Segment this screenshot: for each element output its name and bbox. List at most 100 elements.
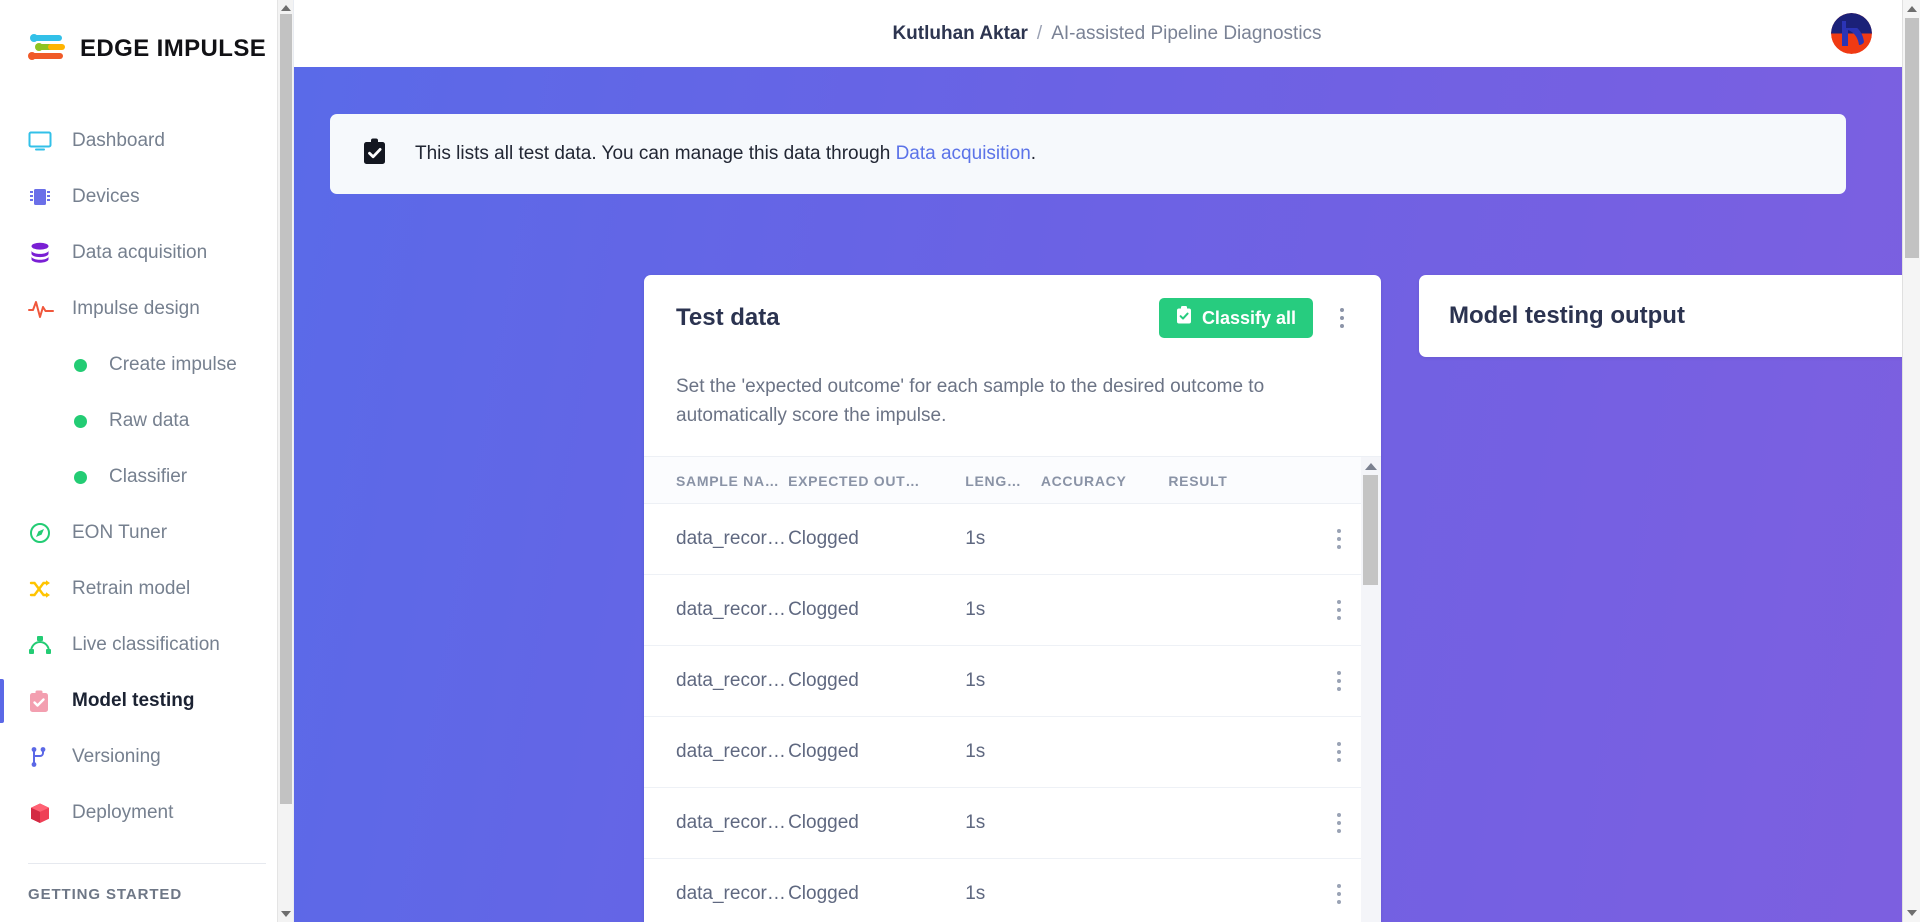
table-scrollbar-thumb[interactable] [1363, 475, 1378, 585]
table-header-row: SAMPLE NA… EXPECTED OUT… LENG… ACCURACY … [644, 457, 1381, 504]
sidebar-scrollbar-thumb[interactable] [280, 14, 292, 804]
git-branch-icon [28, 746, 54, 768]
sidebar-item-create-impulse[interactable]: Create impulse [0, 337, 294, 393]
data-acquisition-link[interactable]: Data acquisition [896, 143, 1031, 164]
classify-all-label: Classify all [1202, 308, 1296, 329]
cell-result [1168, 646, 1310, 717]
row-kebab-menu-icon[interactable] [1322, 806, 1356, 840]
table-row[interactable]: data_recor…Clogged1s [644, 646, 1381, 717]
sidebar-item-eon-tuner[interactable]: EON Tuner [0, 505, 294, 561]
column-header-sample-name[interactable]: SAMPLE NA… [644, 457, 788, 504]
table-row[interactable]: data_recor…Clogged1s [644, 788, 1381, 859]
app-root: EDGE IMPULSE Dashboard Devices [0, 0, 1920, 922]
app-logo[interactable]: EDGE IMPULSE [0, 0, 294, 65]
kebab-menu-icon[interactable] [1325, 301, 1359, 335]
sidebar-item-label: Versioning [72, 746, 161, 768]
table-body: data_recor…Clogged1sdata_recor…Clogged1s… [644, 504, 1381, 922]
breadcrumb: Kutluhan Aktar / AI-assisted Pipeline Di… [892, 23, 1321, 45]
sidebar-item-label: Live classification [72, 634, 220, 656]
column-header-result[interactable]: RESULT [1168, 457, 1310, 504]
table-head: SAMPLE NA… EXPECTED OUT… LENG… ACCURACY … [644, 457, 1381, 504]
sidebar-item-impulse-design[interactable]: Impulse design [0, 281, 294, 337]
column-header-length[interactable]: LENG… [965, 457, 1041, 504]
test-data-description: Set the 'expected outcome' for each samp… [644, 361, 1381, 457]
cell-length: 1s [965, 504, 1041, 575]
cell-length: 1s [965, 717, 1041, 788]
brand-name: EDGE IMPULSE [80, 35, 266, 63]
breadcrumb-project[interactable]: AI-assisted Pipeline Diagnostics [1051, 23, 1321, 45]
row-kebab-menu-icon[interactable] [1322, 664, 1356, 698]
avatar[interactable] [1831, 13, 1872, 54]
cell-result [1168, 788, 1310, 859]
page-scrollbar[interactable] [1902, 0, 1920, 922]
monitor-icon [28, 130, 54, 152]
sidebar-item-versioning[interactable]: Versioning [0, 729, 294, 785]
sidebar-item-label: Dashboard [72, 130, 165, 152]
table-row[interactable]: data_recor…Clogged1s [644, 575, 1381, 646]
cell-length: 1s [965, 788, 1041, 859]
cell-accuracy [1041, 859, 1169, 922]
sidebar-item-retrain-model[interactable]: Retrain model [0, 561, 294, 617]
chip-icon [28, 186, 54, 208]
network-icon [28, 634, 54, 656]
table-row[interactable]: data_recor…Clogged1s [644, 717, 1381, 788]
cell-expected-outcome[interactable]: Clogged [788, 859, 965, 922]
cell-expected-outcome[interactable]: Clogged [788, 575, 965, 646]
cell-expected-outcome[interactable]: Clogged [788, 504, 965, 575]
cell-sample-name: data_recor… [644, 859, 788, 922]
sidebar-item-label: Model testing [72, 690, 194, 712]
cell-accuracy [1041, 504, 1169, 575]
cell-expected-outcome[interactable]: Clogged [788, 788, 965, 859]
scroll-up-arrow-icon[interactable] [1903, 0, 1920, 18]
sidebar-item-deployment[interactable]: Deployment [0, 785, 294, 841]
column-header-accuracy[interactable]: ACCURACY [1041, 457, 1169, 504]
edge-impulse-logo-icon [28, 33, 68, 65]
sidebar-scrollbar[interactable] [277, 0, 293, 922]
row-kebab-menu-icon[interactable] [1322, 593, 1356, 627]
sidebar: EDGE IMPULSE Dashboard Devices [0, 0, 294, 922]
scroll-down-arrow-icon[interactable] [278, 906, 294, 922]
dot-icon [74, 471, 87, 484]
sidebar-item-label: Deployment [72, 802, 173, 824]
clipboard-check-icon [1176, 306, 1192, 330]
shuffle-icon [28, 578, 54, 600]
banner-text-before: This lists all test data. You can manage… [415, 143, 896, 164]
scroll-up-arrow-icon[interactable] [1361, 457, 1381, 475]
sidebar-item-live-classification[interactable]: Live classification [0, 617, 294, 673]
table-scrollbar[interactable] [1361, 457, 1381, 922]
page-title: Test data [676, 304, 1159, 332]
cell-result [1168, 575, 1310, 646]
breadcrumb-owner[interactable]: Kutluhan Aktar [892, 23, 1027, 45]
cell-accuracy [1041, 646, 1169, 717]
sidebar-item-raw-data[interactable]: Raw data [0, 393, 294, 449]
cell-length: 1s [965, 646, 1041, 717]
page-scrollbar-thumb[interactable] [1905, 18, 1919, 258]
sidebar-item-devices[interactable]: Devices [0, 169, 294, 225]
pulse-icon [28, 298, 54, 320]
sidebar-item-data-acquisition[interactable]: Data acquisition [0, 225, 294, 281]
info-banner: This lists all test data. You can manage… [330, 114, 1846, 194]
table-row[interactable]: data_recor…Clogged1s [644, 859, 1381, 922]
column-header-expected-outcome[interactable]: EXPECTED OUT… [788, 457, 965, 504]
table-row[interactable]: data_recor…Clogged1s [644, 504, 1381, 575]
cell-length: 1s [965, 575, 1041, 646]
sidebar-item-model-testing[interactable]: Model testing [0, 673, 294, 729]
cell-expected-outcome[interactable]: Clogged [788, 717, 965, 788]
scroll-down-arrow-icon[interactable] [1903, 904, 1920, 922]
row-kebab-menu-icon[interactable] [1322, 735, 1356, 769]
breadcrumb-separator: / [1037, 23, 1042, 45]
main-area: Kutluhan Aktar / AI-assisted Pipeline Di… [294, 0, 1920, 922]
clipboard-check-icon [28, 690, 54, 712]
cell-expected-outcome[interactable]: Clogged [788, 646, 965, 717]
sidebar-divider [28, 863, 266, 864]
sidebar-item-dashboard[interactable]: Dashboard [0, 113, 294, 169]
row-kebab-menu-icon[interactable] [1322, 877, 1356, 911]
row-kebab-menu-icon[interactable] [1322, 522, 1356, 556]
cell-result [1168, 717, 1310, 788]
classify-all-button[interactable]: Classify all [1159, 298, 1313, 338]
sidebar-item-label: Impulse design [72, 298, 200, 320]
scroll-down-arrow-icon[interactable] [1361, 917, 1381, 922]
sidebar-item-classifier[interactable]: Classifier [0, 449, 294, 505]
cell-sample-name: data_recor… [644, 717, 788, 788]
cell-sample-name: data_recor… [644, 646, 788, 717]
